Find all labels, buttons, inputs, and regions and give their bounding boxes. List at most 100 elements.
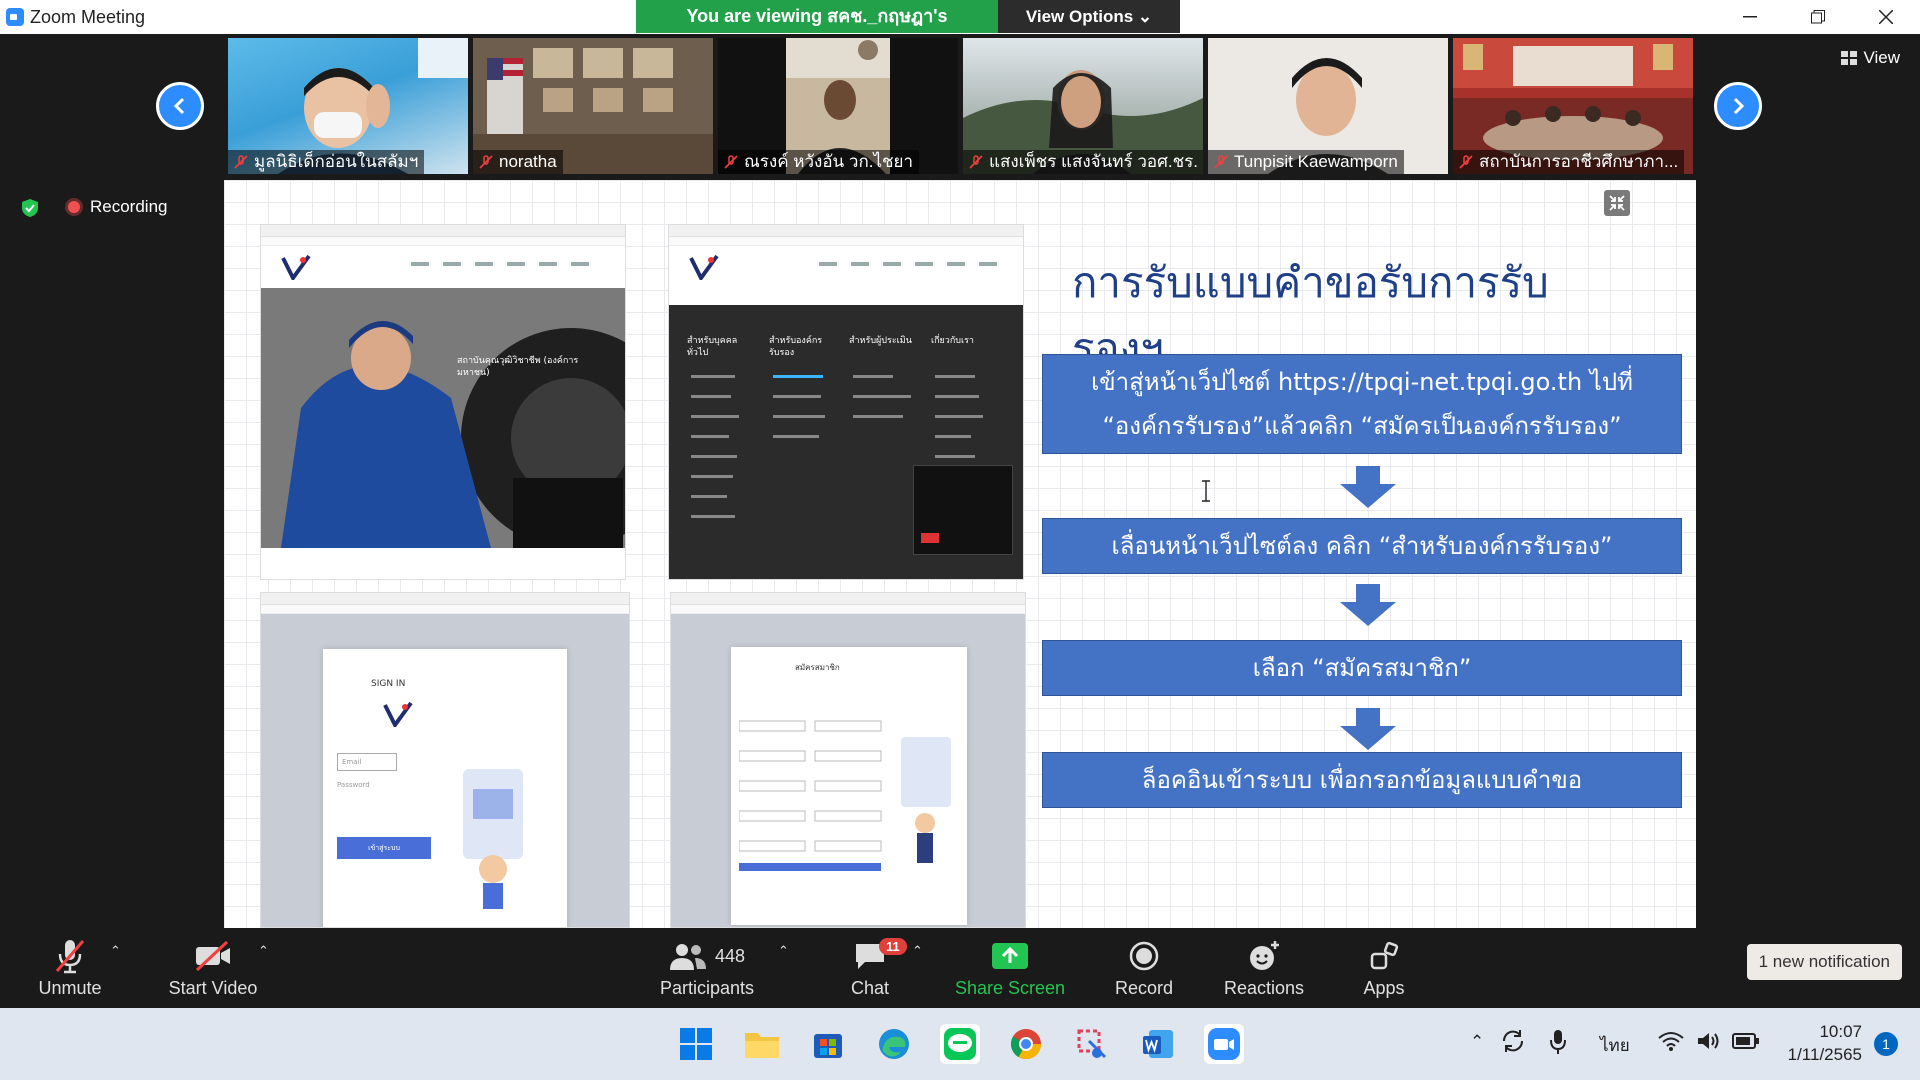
- audio-options-caret-icon[interactable]: ⌃: [110, 944, 121, 959]
- chevron-left-icon: [173, 97, 185, 115]
- wifi-icon[interactable]: [1658, 1030, 1684, 1052]
- participant-name: มูลนิธิเด็กอ่อนในสลัมฯ: [228, 150, 425, 174]
- view-layout-button[interactable]: View: [1841, 48, 1900, 68]
- slide-step-3: เลือก “สมัครสมาชิก”: [1042, 640, 1682, 696]
- recording-indicator[interactable]: Recording: [68, 197, 168, 217]
- language-indicator[interactable]: ไทย: [1600, 1032, 1630, 1059]
- video-options-caret-icon[interactable]: ⌃: [258, 944, 269, 959]
- restore-button[interactable]: [1784, 0, 1852, 34]
- security-shield-icon[interactable]: [20, 198, 40, 218]
- illustration: [463, 769, 523, 909]
- participant-tile[interactable]: สถาบันการอาชีวศึกษาภา...: [1453, 38, 1693, 174]
- muted-mic-icon: [724, 155, 738, 169]
- store-button[interactable]: [808, 1024, 848, 1064]
- zoom-app-button[interactable]: [1204, 1024, 1244, 1064]
- folder-icon: [745, 1033, 779, 1058]
- chrome-button[interactable]: [1006, 1024, 1046, 1064]
- participant-name: สถาบันการอาชีวศึกษาภา...: [1453, 150, 1685, 174]
- window-title: Zoom Meeting: [30, 7, 146, 27]
- tray-overflow-button[interactable]: ⌃: [1470, 1032, 1484, 1052]
- chat-button[interactable]: 11 Chat: [830, 934, 910, 1004]
- start-video-button[interactable]: Start Video: [158, 934, 268, 1004]
- participant-tile[interactable]: มูลนิธิเด็กอ่อนในสลัมฯ: [228, 38, 468, 174]
- snipping-tool-icon: [1077, 1029, 1107, 1059]
- participant-name-text: Tunpisit Kaewamporn: [1234, 152, 1398, 171]
- step-1-line-2: “องค์กรรับรอง”แล้วคลิก “สมัครเป็นองค์กรร…: [1102, 412, 1622, 440]
- website-register-screenshot: สมัครสมาชิก: [670, 592, 1026, 928]
- sync-icon[interactable]: [1500, 1028, 1526, 1054]
- word-button[interactable]: [1138, 1024, 1178, 1064]
- apps-label: Apps: [1363, 978, 1405, 998]
- battery-icon[interactable]: [1732, 1032, 1760, 1050]
- muted-mic-icon: [234, 155, 248, 169]
- zoom-logo-icon: [6, 8, 24, 26]
- register-form-fields: [739, 720, 882, 871]
- participants-caret-icon[interactable]: ⌃: [778, 944, 789, 959]
- snipping-tool-button[interactable]: [1072, 1024, 1112, 1064]
- participant-name-text: ณรงค์ หวังอัน วก.ไชยา: [744, 152, 914, 171]
- view-options-button[interactable]: View Options ⌄: [998, 0, 1180, 33]
- video-off-icon: [195, 940, 230, 972]
- participant-tile[interactable]: Tunpisit Kaewamporn: [1208, 38, 1448, 174]
- edge-browser-button[interactable]: [874, 1024, 914, 1064]
- windows-logo-icon: [680, 1028, 712, 1060]
- new-notification-toast[interactable]: 1 new notification: [1746, 944, 1902, 980]
- microphone-icon[interactable]: [1548, 1028, 1568, 1056]
- record-button[interactable]: Record: [1104, 934, 1184, 1004]
- chat-caret-icon[interactable]: ⌃: [912, 944, 923, 959]
- participants-button[interactable]: 448 Participants: [652, 934, 762, 1004]
- windows-start-button[interactable]: [676, 1024, 716, 1064]
- participant-strip: มูลนิธิเด็กอ่อนในสลัมฯ noratha ณรงค์ หวั…: [0, 38, 1920, 174]
- strip-next-button[interactable]: [1714, 82, 1762, 130]
- muted-mic-icon: [969, 155, 983, 169]
- record-label: Record: [1114, 978, 1174, 998]
- unmute-label: Unmute: [38, 978, 102, 998]
- participant-tile[interactable]: noratha: [473, 38, 713, 174]
- file-explorer-button[interactable]: [742, 1024, 782, 1064]
- reactions-button[interactable]: Reactions: [1216, 934, 1312, 1004]
- signin-heading: SIGN IN: [371, 679, 406, 689]
- share-screen-label: Share Screen: [954, 978, 1066, 998]
- menu-col-about: เกี่ยวกับเรา: [931, 336, 974, 346]
- volume-icon[interactable]: [1696, 1030, 1720, 1052]
- illustration: [901, 737, 951, 863]
- system-clock[interactable]: 10:07 1/11/2565: [1788, 1020, 1862, 1066]
- minimize-button[interactable]: [1716, 0, 1784, 34]
- close-window-button[interactable]: [1852, 0, 1920, 34]
- viewing-message: You are viewing สคช._กฤษฎา's screen: [636, 0, 998, 59]
- viewing-banner: You are viewing สคช._กฤษฎา's screen View…: [636, 0, 1180, 59]
- word-icon: [1143, 1030, 1173, 1058]
- minimize-icon: [1743, 16, 1757, 18]
- slide-step-4: ล็อคอินเข้าระบบ เพื่อกรอกข้อมูลแบบคำขอ: [1042, 752, 1682, 808]
- zoom-icon: [1208, 1028, 1240, 1060]
- participant-tile[interactable]: ณรงค์ หวังอัน วก.ไชยา: [718, 38, 958, 174]
- menu-col-general: สำหรับบุคคลทั่วไป: [687, 336, 738, 358]
- store-icon: [814, 1034, 842, 1058]
- start-video-label: Start Video: [168, 978, 258, 998]
- slide-step-2: เลื่อนหน้าเว็ปไซต์ลง คลิก “สำหรับองค์กรร…: [1042, 518, 1682, 574]
- down-arrow-icon: [1340, 466, 1396, 508]
- chevron-right-icon: [1733, 97, 1745, 115]
- strip-prev-button[interactable]: [156, 82, 204, 130]
- recording-dot-icon: [68, 201, 80, 213]
- text-cursor-icon: [1202, 480, 1210, 502]
- notification-count-badge[interactable]: 1: [1874, 1032, 1898, 1056]
- participant-name: แสงเพ็ชร แสงจันทร์ วอศ.ชร.: [963, 150, 1203, 174]
- shared-screen[interactable]: สถาบันคุณวุฒิวิชาชีพ (องค์การมหาชน) สำหร…: [224, 180, 1696, 928]
- recording-label: Recording: [90, 197, 168, 216]
- muted-mic-icon: [1214, 155, 1228, 169]
- participants-count: 448: [714, 945, 746, 966]
- unmute-button[interactable]: Unmute: [30, 934, 110, 1004]
- collapse-icon[interactable]: [1604, 190, 1630, 216]
- line-app-button[interactable]: [940, 1024, 980, 1064]
- share-screen-button[interactable]: Share Screen: [950, 934, 1070, 1004]
- apps-button[interactable]: Apps: [1346, 934, 1422, 1004]
- participant-tile[interactable]: แสงเพ็ชร แสงจันทร์ วอศ.ชร.: [963, 38, 1203, 174]
- website-signin-screenshot: SIGN IN Email Password เข้าสู่ระบบ: [260, 592, 630, 928]
- step-2-text: เลื่อนหน้าเว็ปไซต์ลง คลิก “สำหรับองค์กรร…: [1111, 532, 1613, 560]
- apps-icon: [1370, 941, 1399, 970]
- step-4-text: ล็อคอินเข้าระบบ เพื่อกรอกข้อมูลแบบคำขอ: [1141, 766, 1583, 794]
- tpqi-logo-icon: [281, 254, 311, 280]
- step-3-text: เลือก “สมัครสมาชิก”: [1252, 654, 1472, 682]
- tpqi-logo-icon: [689, 254, 719, 280]
